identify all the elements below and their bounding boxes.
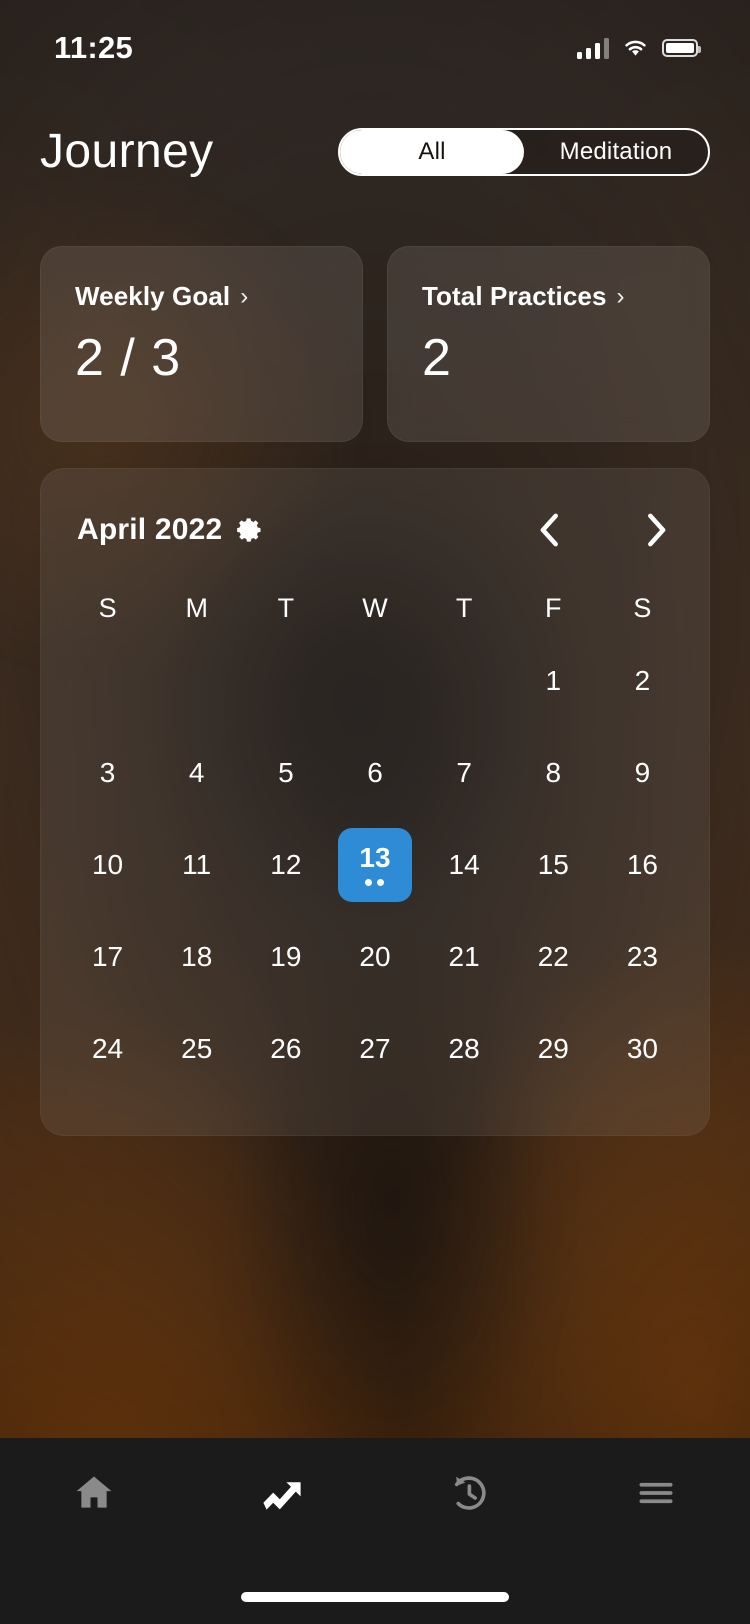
weekday-label: S — [98, 593, 117, 623]
gear-icon[interactable] — [236, 516, 264, 544]
weekday-label: T — [455, 593, 473, 623]
calendar-day[interactable]: 22 — [509, 922, 598, 992]
calendar-day[interactable]: 24 — [63, 1014, 152, 1084]
calendar-day[interactable]: 21 — [420, 922, 509, 992]
calendar-week-row: 10 11 12 13 14 15 16 — [63, 828, 687, 902]
tab-meditation[interactable]: Meditation — [524, 130, 708, 174]
tab-more[interactable] — [563, 1471, 750, 1515]
tab-home[interactable] — [0, 1471, 188, 1515]
calendar-weekday-row: S M T W T F S — [63, 593, 687, 624]
calendar-day[interactable]: 20 — [330, 922, 419, 992]
calendar-day[interactable]: 10 — [63, 830, 152, 900]
calendar-day[interactable]: 2 — [598, 646, 687, 716]
calendar-day[interactable]: 17 — [63, 922, 152, 992]
status-bar: 11:25 — [0, 0, 750, 96]
calendar-day[interactable]: 1 — [509, 646, 598, 716]
calendar-day[interactable]: 18 — [152, 922, 241, 992]
calendar-card: April 2022 S M T W T F S 12345678 9 10 1… — [40, 468, 710, 1136]
practice-dots — [365, 879, 385, 886]
calendar-day[interactable]: 28 — [420, 1014, 509, 1084]
calendar-day-empty — [63, 646, 152, 716]
weekly-goal-value: 2 / 3 — [75, 329, 182, 387]
weekday-label: T — [277, 593, 295, 623]
calendar-day-empty — [420, 646, 509, 716]
calendar-month-label: April 2022 — [77, 513, 223, 546]
total-practices-label: Total Practices — [422, 281, 607, 311]
weekday-label: M — [185, 593, 208, 623]
calendar-day-selected[interactable]: 13 — [330, 828, 419, 902]
weekday-label: W — [362, 593, 388, 623]
calendar-nav — [533, 510, 673, 550]
chevron-right-icon[interactable] — [639, 510, 673, 550]
trending-up-icon — [263, 1482, 301, 1510]
chevron-right-icon: › — [240, 282, 249, 310]
calendar-day[interactable]: 15 — [509, 830, 598, 900]
home-icon — [76, 1476, 112, 1508]
weekly-goal-label: Weekly Goal — [75, 281, 231, 311]
calendar-day[interactable]: 23 — [598, 922, 687, 992]
calendar-day[interactable]: 9 — [598, 738, 687, 808]
tab-all[interactable]: All — [340, 130, 524, 174]
calendar-week-row: 12 — [63, 646, 687, 716]
calendar-day[interactable]: 16 — [598, 830, 687, 900]
calendar-day[interactable]: 14 — [420, 830, 509, 900]
battery-icon — [662, 39, 701, 57]
total-practices-card[interactable]: Total Practices › 2 — [387, 246, 710, 442]
tab-journey[interactable] — [188, 1469, 376, 1517]
filter-segmented-control[interactable]: All Meditation — [338, 128, 710, 176]
calendar-header: April 2022 — [63, 501, 687, 559]
calendar-grid: 1 2 3 4 5 6 7 8 9 10 11 12 13 14 15 16 17 18 19 20 21 22 23 24 2… — [63, 646, 687, 1084]
tab-history[interactable] — [375, 1470, 563, 1516]
total-practices-value: 2 — [422, 329, 452, 387]
calendar-day[interactable]: 12 — [241, 830, 330, 900]
chevron-left-icon[interactable] — [533, 510, 567, 550]
wifi-icon — [625, 40, 646, 56]
calendar-day[interactable]: 11 — [152, 830, 241, 900]
calendar-day[interactable]: 29 — [509, 1014, 598, 1084]
cellular-signal-icon — [576, 37, 609, 59]
calendar-day[interactable]: 19 — [241, 922, 330, 992]
calendar-day[interactable]: 8 — [509, 738, 598, 808]
calendar-day-empty — [152, 646, 241, 716]
app-screen: 11:25 Journey All Meditation Weekly Goal… — [0, 0, 750, 1624]
selected-day-pill: 13 — [337, 828, 412, 902]
calendar-week-row: 3456789 — [63, 738, 687, 808]
weekly-goal-card[interactable]: Weekly Goal › 2 / 3 — [40, 246, 363, 442]
calendar-day[interactable]: 5 — [241, 738, 330, 808]
calendar-day[interactable]: 30 — [598, 1014, 687, 1084]
weekday-label: S — [633, 593, 652, 623]
status-bar-clock: 11:25 — [54, 30, 134, 65]
menu-icon — [639, 1482, 673, 1504]
calendar-day[interactable]: 6 — [330, 738, 419, 808]
calendar-week-row: 24 25 26 27 28 29 30 — [63, 1014, 687, 1084]
calendar-day[interactable]: 7 — [420, 738, 509, 808]
calendar-day-empty — [241, 646, 330, 716]
page-title: Journey — [40, 125, 214, 178]
calendar-day[interactable]: 26 — [241, 1014, 330, 1084]
page-header: Journey All Meditation — [0, 128, 750, 176]
calendar-day-empty — [330, 646, 419, 716]
bottom-tab-bar — [0, 1438, 750, 1624]
calendar-day[interactable]: 27 — [330, 1014, 419, 1084]
home-indicator — [241, 1592, 509, 1602]
calendar-day[interactable]: 4 — [152, 738, 241, 808]
weekday-label: F — [545, 593, 562, 623]
chevron-right-icon: › — [616, 282, 625, 310]
calendar-week-row: 17 18 19 20 21 22 23 — [63, 922, 687, 992]
calendar-day[interactable]: 25 — [152, 1014, 241, 1084]
history-icon — [454, 1476, 486, 1510]
calendar-day-number: 13 — [359, 842, 391, 873]
stat-cards: Weekly Goal › 2 / 3 Total Practices › 2 — [40, 246, 710, 442]
calendar-day[interactable]: 3 — [63, 738, 152, 808]
